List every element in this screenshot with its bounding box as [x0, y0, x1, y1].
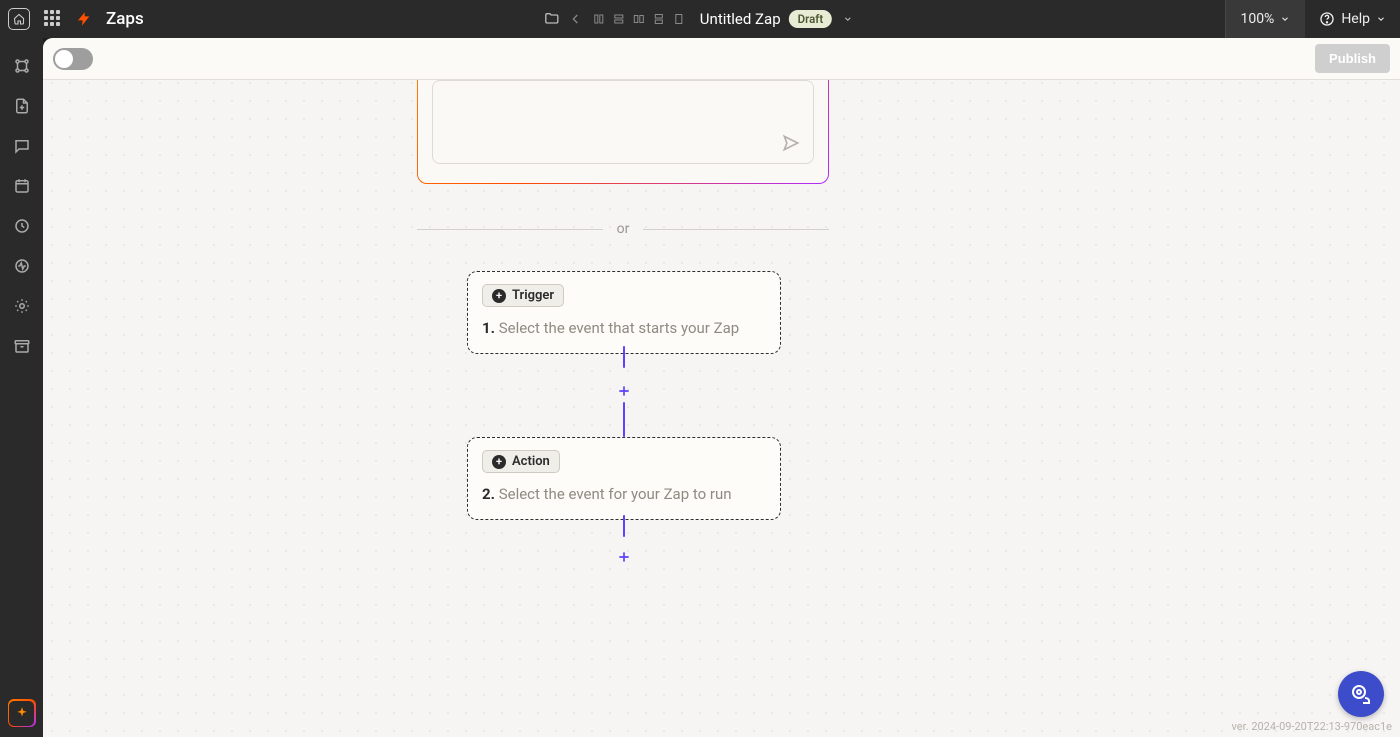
- zap-bolt-icon: [76, 11, 92, 27]
- rail-file-icon[interactable]: [12, 96, 32, 116]
- folder-icon[interactable]: [544, 11, 560, 27]
- separator-line: [417, 229, 603, 230]
- rail-gear-icon[interactable]: [12, 296, 32, 316]
- breadcrumb-chevron-icon: [568, 11, 584, 27]
- editor-canvas[interactable]: Publish or + Trigger 1. Select the event…: [43, 38, 1400, 737]
- rail-archive-icon[interactable]: [12, 336, 32, 356]
- mini-icon-5: [672, 12, 686, 26]
- trigger-step-number: 1.: [482, 319, 495, 337]
- top-bar-center: Untitled Zap Draft: [544, 10, 856, 28]
- connector-line: [623, 515, 625, 537]
- connector-line: [623, 402, 625, 437]
- breadcrumb-mini-icons: [592, 12, 686, 26]
- top-bar-right: 100% Help: [1225, 0, 1400, 38]
- zoom-label: 100%: [1240, 11, 1274, 27]
- mini-icon-2: [612, 12, 626, 26]
- or-separator: or: [417, 221, 829, 237]
- ai-prompt-card: [417, 80, 829, 184]
- action-step-desc: 2. Select the event for your Zap to run: [482, 485, 766, 503]
- enable-toggle[interactable]: [53, 48, 93, 70]
- help-button[interactable]: Help: [1304, 0, 1400, 38]
- chevron-down-icon: [1376, 14, 1386, 24]
- connector-line: [623, 346, 625, 368]
- status-chip: Draft: [789, 10, 833, 28]
- trigger-chip[interactable]: + Trigger: [482, 284, 564, 307]
- trigger-step-text: Select the event that starts your Zap: [499, 319, 739, 337]
- plus-circle-icon: +: [492, 455, 506, 469]
- home-button[interactable]: [8, 8, 30, 30]
- trigger-chip-label: Trigger: [512, 288, 554, 303]
- action-chip-label: Action: [512, 454, 550, 469]
- help-fab[interactable]: [1338, 671, 1384, 717]
- rail-chat-icon[interactable]: [12, 136, 32, 156]
- plus-circle-icon: +: [492, 289, 506, 303]
- help-label: Help: [1341, 11, 1370, 27]
- rail-calendar-icon[interactable]: [12, 176, 32, 196]
- separator-line: [643, 229, 829, 230]
- app-switcher-icon[interactable]: [44, 10, 62, 28]
- top-bar: Zaps Untitled Zap Draft 100% Help: [0, 0, 1400, 38]
- left-rail: [0, 38, 43, 737]
- title-menu-button[interactable]: [840, 11, 856, 27]
- help-chat-icon: [1349, 682, 1373, 706]
- copilot-button[interactable]: [8, 699, 36, 727]
- top-bar-left: Zaps: [0, 8, 144, 30]
- action-step-number: 2.: [482, 485, 495, 503]
- rail-grid-icon[interactable]: [12, 56, 32, 76]
- mini-icon-1: [592, 12, 606, 26]
- ai-prompt-input[interactable]: [432, 80, 814, 164]
- zoom-button[interactable]: 100%: [1225, 0, 1304, 38]
- home-icon: [13, 13, 25, 25]
- mini-icon-3: [632, 12, 646, 26]
- help-circle-icon: [1319, 11, 1335, 27]
- rail-clock-icon[interactable]: [12, 216, 32, 236]
- action-chip[interactable]: + Action: [482, 450, 560, 473]
- brand-label: Zaps: [106, 9, 144, 29]
- publish-button[interactable]: Publish: [1315, 44, 1390, 73]
- add-step-button[interactable]: [616, 549, 632, 565]
- chevron-down-icon: [1280, 14, 1290, 24]
- rail-activity-icon[interactable]: [12, 256, 32, 276]
- action-step-card[interactable]: + Action 2. Select the event for your Za…: [467, 437, 781, 520]
- canvas-toolbar: Publish: [43, 38, 1400, 80]
- trigger-step-card[interactable]: + Trigger 1. Select the event that start…: [467, 271, 781, 354]
- send-icon[interactable]: [781, 133, 801, 153]
- trigger-step-desc: 1. Select the event that starts your Zap: [482, 319, 766, 337]
- mini-icon-4: [652, 12, 666, 26]
- separator-label: or: [617, 221, 630, 237]
- sparkle-icon: [15, 706, 29, 720]
- action-step-text: Select the event for your Zap to run: [499, 485, 732, 503]
- version-label: ver. 2024-09-20T22:13-970eac1e: [1232, 720, 1392, 733]
- zap-title[interactable]: Untitled Zap: [700, 10, 781, 28]
- add-step-button[interactable]: [616, 383, 632, 399]
